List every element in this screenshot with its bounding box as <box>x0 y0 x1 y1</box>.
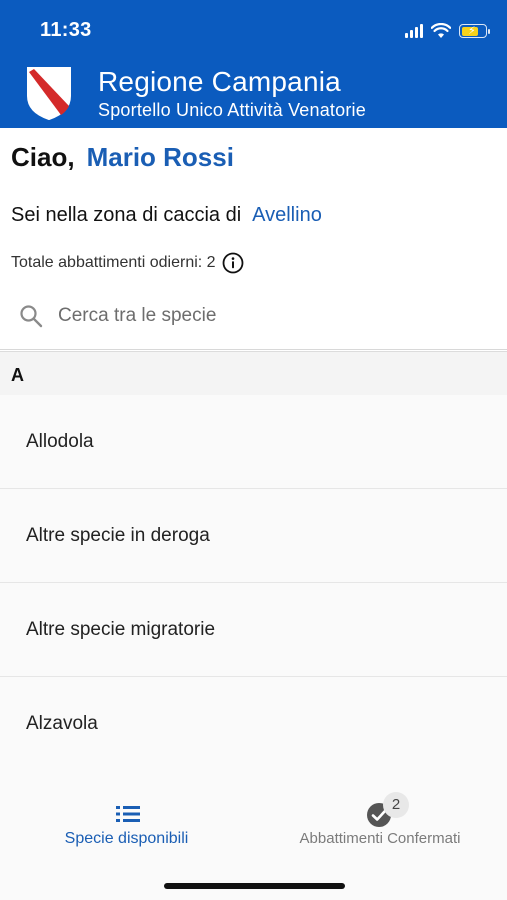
user-name: Mario Rossi <box>86 142 234 172</box>
species-search <box>0 290 507 350</box>
status-icons: ⚡ <box>405 20 490 42</box>
search-input[interactable] <box>58 298 478 334</box>
battery-icon: ⚡ <box>459 24 490 38</box>
home-indicator[interactable] <box>164 883 345 889</box>
greeting: Ciao, Mario Rossi <box>11 142 234 173</box>
tab-label: Specie disponibili <box>64 830 189 847</box>
campania-logo-icon <box>27 67 71 120</box>
hunting-zone-label: Sei nella zona di caccia di <box>11 204 242 226</box>
list-icon <box>116 806 140 822</box>
status-bar: 11:33 ⚡ <box>0 0 507 62</box>
list-item-altre-specie-migratorie[interactable]: Altre specie migratorie <box>0 583 507 677</box>
app-title: Regione Campania <box>98 66 341 97</box>
daily-totals: Totale abbattimenti odierni: 2 <box>11 252 244 274</box>
search-icon <box>20 305 43 328</box>
list-item-label: Alzavola <box>26 713 98 734</box>
info-icon[interactable] <box>222 252 244 274</box>
list-item-alzavola[interactable]: Alzavola <box>0 677 507 771</box>
list-item-label: Altre specie in deroga <box>26 525 210 546</box>
section-header: A <box>0 351 507 395</box>
app-header: 11:33 ⚡ Regione Campania Sportello Unico… <box>0 0 507 128</box>
greeting-label: Ciao, <box>11 142 75 172</box>
daily-totals-text: Totale abbattimenti odierni: 2 <box>11 254 216 271</box>
list-item-allodola[interactable]: Allodola <box>0 395 507 489</box>
status-time: 11:33 <box>40 19 92 41</box>
species-list: Allodola Altre specie in deroga Altre sp… <box>0 395 507 771</box>
hunting-zone: Sei nella zona di caccia di Avellino <box>11 204 322 227</box>
list-item-label: Altre specie migratorie <box>26 619 216 640</box>
list-item-altre-specie-in-deroga[interactable]: Altre specie in deroga <box>0 489 507 583</box>
tab-specie-disponibili[interactable]: Specie disponibili <box>0 770 253 870</box>
wifi-icon <box>431 23 451 38</box>
bottom-tab-bar: Specie disponibili 2 Abbattimenti Confer… <box>0 770 507 900</box>
tab-abbattimenti-confermati[interactable]: 2 Abbattimenti Confermati <box>253 770 507 870</box>
tab-label: Abbattimenti Confermati <box>299 830 461 847</box>
confirmed-count-badge: 2 <box>383 792 409 818</box>
cellular-signal-icon <box>405 24 423 38</box>
app-subtitle: Sportello Unico Attività Venatorie <box>98 100 366 120</box>
section-letter: A <box>11 365 24 385</box>
hunting-zone-value[interactable]: Avellino <box>252 204 322 227</box>
list-item-label: Allodola <box>26 431 94 452</box>
